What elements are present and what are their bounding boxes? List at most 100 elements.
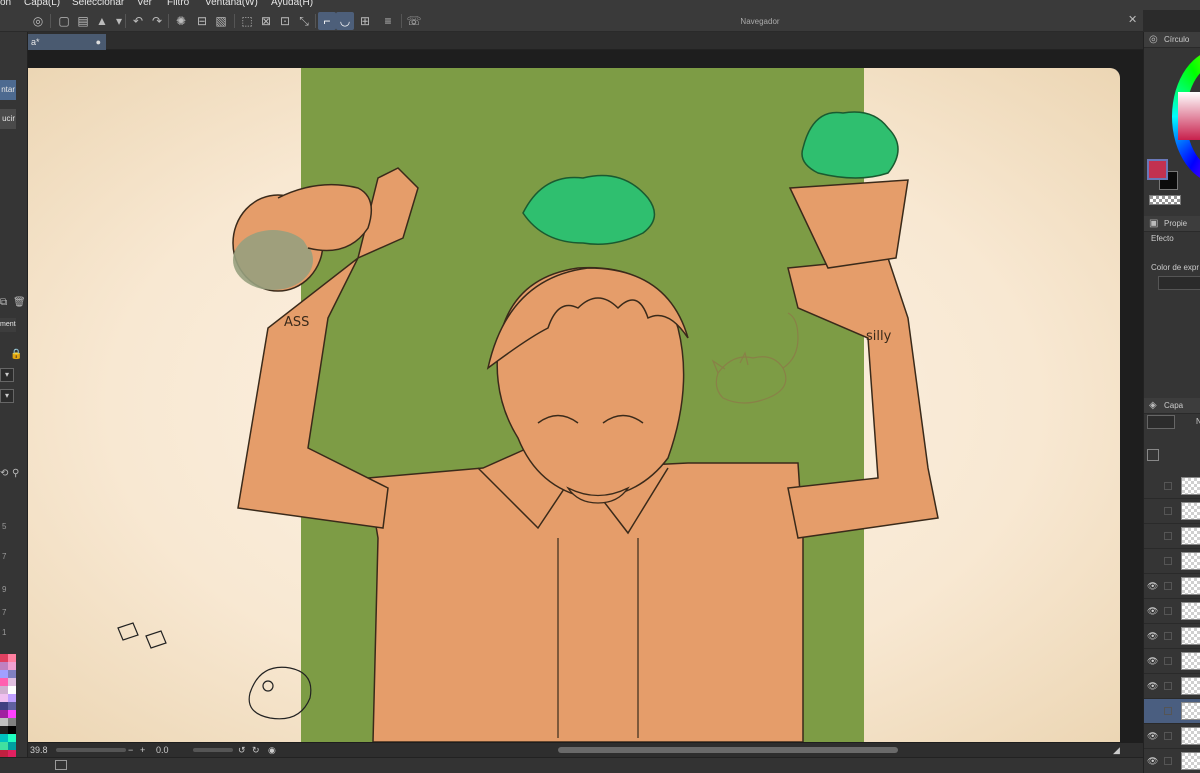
trash-icon[interactable]: 🗑	[13, 297, 26, 308]
palette-swatch[interactable]	[0, 662, 8, 670]
panel-toggle-icon[interactable]	[55, 760, 67, 770]
layer-row[interactable]	[1144, 499, 1200, 524]
eye-icon[interactable]	[1147, 531, 1157, 541]
palette-swatch[interactable]	[8, 694, 16, 702]
close-icon[interactable]: ✕	[1128, 13, 1137, 26]
palette-swatch[interactable]	[0, 670, 8, 678]
palette-swatch[interactable]	[8, 662, 16, 670]
redo-icon[interactable]: ↷	[148, 12, 166, 30]
layer-lock-checkbox[interactable]	[1164, 632, 1172, 640]
palette-swatch[interactable]	[8, 726, 16, 734]
copy-icon[interactable]: ⧉	[0, 297, 7, 308]
layer-row[interactable]: 👁	[1144, 599, 1200, 624]
palette-swatch[interactable]	[8, 686, 16, 694]
eye-icon[interactable]: 👁	[1147, 656, 1158, 666]
eye-icon[interactable]: 👁	[1147, 731, 1158, 741]
flip-icon[interactable]: ◉	[268, 745, 276, 756]
palette-swatch[interactable]	[0, 686, 8, 694]
new-file-icon[interactable]: ▢	[55, 12, 73, 30]
dropdown-field[interactable]: ▾	[0, 368, 14, 382]
layer-row[interactable]: 👁	[1144, 574, 1200, 599]
eye-icon[interactable]	[1147, 481, 1157, 491]
rotation-slider[interactable]	[193, 748, 233, 752]
saturation-value-square[interactable]	[1178, 92, 1200, 140]
layer-row[interactable]	[1144, 474, 1200, 499]
reset-icon[interactable]: ⟲	[0, 468, 8, 479]
crop-icon[interactable]: ⊠	[257, 12, 275, 30]
clip-studio-icon[interactable]: ◎	[29, 12, 47, 30]
increase-button[interactable]: ntar	[0, 80, 16, 100]
eye-icon[interactable]	[1147, 706, 1157, 716]
layer-lock-checkbox[interactable]	[1164, 532, 1172, 540]
layer-row[interactable]	[1144, 549, 1200, 574]
foreground-color-swatch[interactable]	[1147, 159, 1168, 180]
deselect-icon[interactable]: ⬚	[238, 12, 256, 30]
horizontal-scrollbar[interactable]	[558, 747, 898, 753]
layer-lock-checkbox[interactable]	[1164, 557, 1172, 565]
layer-row[interactable]	[1144, 524, 1200, 549]
expression-color-select[interactable]	[1158, 276, 1200, 290]
layer-lock-checkbox[interactable]	[1164, 582, 1172, 590]
open-file-icon[interactable]: ▤	[74, 12, 92, 30]
zoom-in-button[interactable]: +	[140, 745, 145, 755]
search-icon[interactable]: ⚲	[12, 468, 19, 479]
rotate-right-icon[interactable]: ↻	[252, 745, 260, 756]
layer-lock-checkbox[interactable]	[1164, 757, 1172, 765]
reduce-button[interactable]: ucir	[0, 109, 16, 129]
palette-swatch[interactable]	[8, 678, 16, 686]
color-circle-header[interactable]: ◎ Círculo	[1144, 32, 1200, 48]
lock-icon[interactable]: 🔒	[10, 349, 22, 360]
loading-icon[interactable]: ✺	[172, 12, 190, 30]
menu-item-edit[interactable]: ón	[0, 0, 11, 8]
palette-swatch[interactable]	[8, 702, 16, 710]
layer-row[interactable]: 👁	[1144, 724, 1200, 749]
layer-row[interactable]: 👁	[1144, 624, 1200, 649]
palette-swatch[interactable]	[8, 670, 16, 678]
palette-swatch[interactable]	[8, 734, 16, 742]
drawing-canvas[interactable]: ASS silly	[28, 68, 1120, 742]
zoom-out-button[interactable]: −	[128, 745, 133, 755]
palette-swatch[interactable]	[0, 678, 8, 686]
palette-swatch[interactable]	[0, 694, 8, 702]
menu-item-filter[interactable]: Filtro	[167, 0, 189, 8]
palette-swatch[interactable]	[8, 710, 16, 718]
eye-icon[interactable]: 👁	[1147, 581, 1158, 591]
layer-row[interactable]: 👁	[1144, 674, 1200, 699]
undo-icon[interactable]: ↶	[129, 12, 147, 30]
properties-header[interactable]: ▣ Propie	[1144, 216, 1200, 232]
eye-icon[interactable]: 👁	[1147, 606, 1158, 616]
blend-mode-select[interactable]	[1147, 415, 1175, 429]
palette-swatch[interactable]	[8, 742, 16, 750]
palette-swatch[interactable]	[0, 742, 8, 750]
palette-swatch[interactable]	[8, 718, 16, 726]
menu-item-layer[interactable]: Capa(L)	[24, 0, 60, 8]
layer-panel-header[interactable]: ◈ Capa	[1144, 398, 1200, 414]
palette-swatch[interactable]	[0, 734, 8, 742]
layer-row[interactable]	[1144, 699, 1200, 724]
palette-swatch[interactable]	[8, 654, 16, 662]
layer-lock-checkbox[interactable]	[1164, 607, 1172, 615]
eye-icon[interactable]: 👁	[1147, 631, 1158, 641]
layer-lock-checkbox[interactable]	[1164, 482, 1172, 490]
transparent-color-swatch[interactable]	[1149, 195, 1181, 205]
layer-lock-checkbox[interactable]	[1164, 657, 1172, 665]
layer-lock-checkbox[interactable]	[1164, 507, 1172, 515]
palette-swatch[interactable]	[0, 718, 8, 726]
layer-option-icon[interactable]	[1147, 449, 1159, 461]
eye-icon[interactable]	[1147, 556, 1157, 566]
fill-icon[interactable]: ▧	[212, 12, 230, 30]
layer-lock-checkbox[interactable]	[1164, 732, 1172, 740]
eye-icon[interactable]	[1147, 506, 1157, 516]
layer-lock-checkbox[interactable]	[1164, 707, 1172, 715]
zoom-value[interactable]: 39.8	[30, 745, 48, 755]
rotate-left-icon[interactable]: ↺	[238, 745, 246, 756]
dropdown-field[interactable]: ▾	[0, 389, 14, 403]
layer-row[interactable]: 👁	[1144, 649, 1200, 674]
layer-row[interactable]: 👁	[1144, 749, 1200, 773]
menu-item-select[interactable]: Seleccionar	[72, 0, 124, 8]
eye-icon[interactable]: 👁	[1147, 756, 1158, 766]
comment-tab[interactable]: mentar	[0, 318, 16, 332]
palette-swatch[interactable]	[0, 710, 8, 718]
eye-icon[interactable]: 👁	[1147, 681, 1158, 691]
menu-item-window[interactable]: Ventana(W)	[205, 0, 258, 8]
